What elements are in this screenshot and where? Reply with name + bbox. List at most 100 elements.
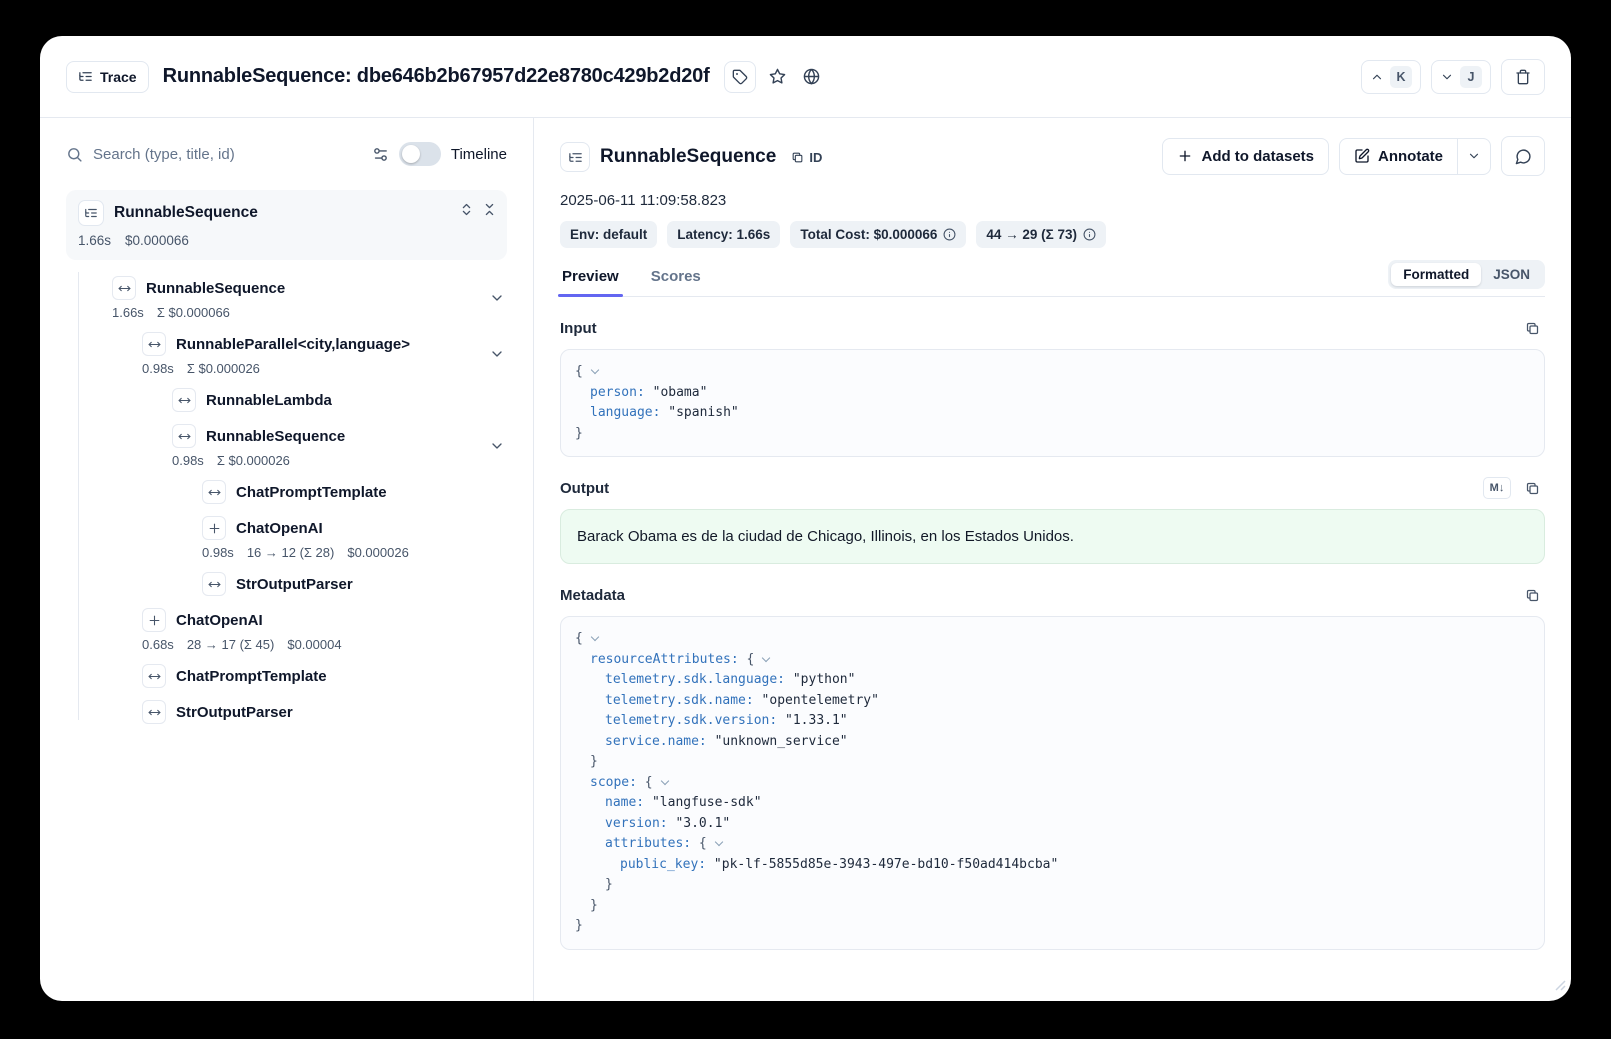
- observation-detail: RunnableSequence ID Add to datasets: [534, 118, 1571, 1001]
- code-line: telemetry.sdk.language: "python": [575, 670, 1530, 691]
- list-tree-icon: [78, 200, 104, 226]
- tree-item-label: StrOutputParser: [236, 576, 353, 593]
- code-line: }: [575, 875, 1530, 896]
- code-line: {: [575, 362, 1530, 383]
- tree-item-label: ChatPromptTemplate: [176, 668, 327, 685]
- tree-item-metrics: 0.98s16 → 12 (Σ 28)$0.000026: [202, 545, 477, 560]
- span-icon: [112, 276, 136, 300]
- trace-timestamp: 2025-06-11 11:09:58.823: [560, 192, 1545, 209]
- tag-button[interactable]: [724, 61, 756, 93]
- code-line: {: [575, 629, 1530, 650]
- code-line: service.name: "unknown_service": [575, 732, 1530, 753]
- add-to-datasets-button[interactable]: Add to datasets: [1162, 138, 1329, 175]
- timeline-toggle[interactable]: [399, 142, 441, 166]
- tree-item-label: ChatOpenAI: [236, 520, 323, 537]
- code-line: language: "spanish": [575, 403, 1530, 424]
- public-share-button[interactable]: [796, 61, 828, 93]
- span-icon: [142, 700, 166, 724]
- collapse-chevron-icon[interactable]: [762, 653, 770, 661]
- star-icon: [769, 68, 786, 85]
- tag-icon: [732, 69, 748, 85]
- annotate-button[interactable]: Annotate: [1339, 138, 1458, 175]
- tree-item-label: StrOutputParser: [176, 704, 293, 721]
- tab-preview[interactable]: Preview: [560, 260, 621, 296]
- tree-item[interactable]: RunnableLambda: [66, 382, 507, 418]
- delete-trace-button[interactable]: [1501, 59, 1545, 95]
- span-icon: [142, 332, 166, 356]
- tree-item[interactable]: RunnableSequence 0.98sΣ $0.000026: [66, 418, 507, 474]
- trace-badge-label: Trace: [100, 69, 137, 85]
- code-line: }: [575, 896, 1530, 917]
- tree-item-label: RunnableLambda: [206, 392, 332, 409]
- copy-metadata-button[interactable]: [1519, 582, 1545, 608]
- tab-scores[interactable]: Scores: [649, 260, 703, 296]
- nav-down-button[interactable]: J: [1431, 60, 1491, 94]
- list-tree-icon: [560, 142, 590, 172]
- tree-item-label: RunnableSequence: [206, 428, 345, 445]
- collapse-chevron-icon[interactable]: [591, 633, 599, 641]
- comments-button[interactable]: [1501, 136, 1545, 176]
- tree-item[interactable]: ChatPromptTemplate: [66, 658, 507, 694]
- expand-all-button[interactable]: [459, 202, 474, 217]
- copy-id-button[interactable]: ID: [786, 147, 827, 168]
- collapse-chevron-icon[interactable]: [660, 776, 668, 784]
- copy-input-button[interactable]: [1519, 315, 1545, 341]
- markdown-toggle-button[interactable]: M↓: [1483, 477, 1511, 499]
- tree-item[interactable]: StrOutputParser: [66, 694, 507, 730]
- timeline-label: Timeline: [451, 146, 507, 163]
- chevron-down-icon[interactable]: [489, 346, 505, 362]
- chevron-down-icon[interactable]: [489, 438, 505, 454]
- search-input[interactable]: [93, 146, 362, 163]
- tree-item-metrics: 0.68s28 → 17 (Σ 45)$0.00004: [142, 637, 477, 652]
- tree-item[interactable]: ChatOpenAI 0.98s16 → 12 (Σ 28)$0.000026: [66, 510, 507, 566]
- code-line: person: "obama": [575, 383, 1530, 404]
- copy-icon: [791, 151, 804, 164]
- collapse-all-button[interactable]: [482, 202, 497, 217]
- bookmark-star-button[interactable]: [762, 61, 794, 93]
- trace-tree: RunnableSequence1.66sΣ $0.000066Runnable…: [66, 270, 507, 730]
- chevron-down-icon[interactable]: [489, 290, 505, 306]
- output-content: Barack Obama es de la ciudad de Chicago,…: [560, 509, 1545, 564]
- comment-bubble-icon: [1515, 148, 1532, 165]
- pencil-icon: [1354, 148, 1370, 164]
- resize-handle[interactable]: [1555, 978, 1566, 996]
- chevron-up-icon: [1370, 70, 1384, 84]
- code-line: scope: {: [575, 773, 1530, 794]
- tree-item[interactable]: ChatOpenAI0.68s28 → 17 (Σ 45)$0.00004: [66, 602, 507, 658]
- nav-up-button[interactable]: K: [1361, 60, 1421, 94]
- code-line: version: "3.0.1": [575, 814, 1530, 835]
- copy-output-button[interactable]: [1519, 475, 1545, 501]
- tree-item[interactable]: RunnableSequence1.66sΣ $0.000066: [66, 270, 507, 326]
- add-to-datasets-label: Add to datasets: [1201, 148, 1314, 165]
- root-cost: $0.000066: [125, 233, 189, 248]
- code-line: attributes: {: [575, 834, 1530, 855]
- filter-settings-button[interactable]: [372, 146, 389, 163]
- tree-item[interactable]: StrOutputParser: [66, 566, 507, 602]
- collapse-chevron-icon[interactable]: [591, 366, 599, 374]
- code-line: telemetry.sdk.version: "1.33.1": [575, 711, 1530, 732]
- generation-icon: [142, 608, 166, 632]
- trace-stat-badge: Total Cost: $0.000066: [790, 221, 966, 248]
- format-toggle-json[interactable]: JSON: [1481, 263, 1542, 286]
- metadata-code-block: {resourceAttributes: {telemetry.sdk.lang…: [560, 616, 1545, 950]
- tree-item[interactable]: RunnableParallel<city,language>0.98sΣ $0…: [66, 326, 507, 382]
- globe-icon: [803, 68, 820, 85]
- chevron-down-icon: [1440, 70, 1454, 84]
- list-tree-icon: [78, 69, 93, 84]
- tree-root-item[interactable]: RunnableSequence 1.66s $0.000066: [66, 190, 507, 260]
- observation-title: RunnableSequence: [600, 146, 776, 168]
- tree-item-metrics: 0.98sΣ $0.000026: [172, 453, 477, 468]
- span-icon: [202, 572, 226, 596]
- plus-icon: [1177, 148, 1193, 164]
- format-toggle-formatted[interactable]: Formatted: [1391, 263, 1481, 286]
- page-title: RunnableSequence: dbe646b2b67957d22e8780…: [163, 65, 710, 88]
- trace-tree-sidebar: Timeline RunnableSequence: [40, 118, 534, 1001]
- code-line: telemetry.sdk.name: "opentelemetry": [575, 691, 1530, 712]
- trace-stat-badge: Latency: 1.66s: [667, 221, 780, 248]
- tree-item[interactable]: ChatPromptTemplate: [66, 474, 507, 510]
- annotate-dropdown-button[interactable]: [1458, 138, 1491, 175]
- tree-root-label: RunnableSequence: [114, 204, 258, 222]
- collapse-chevron-icon[interactable]: [715, 838, 723, 846]
- span-icon: [142, 664, 166, 688]
- topbar: Trace RunnableSequence: dbe646b2b67957d2…: [40, 36, 1571, 118]
